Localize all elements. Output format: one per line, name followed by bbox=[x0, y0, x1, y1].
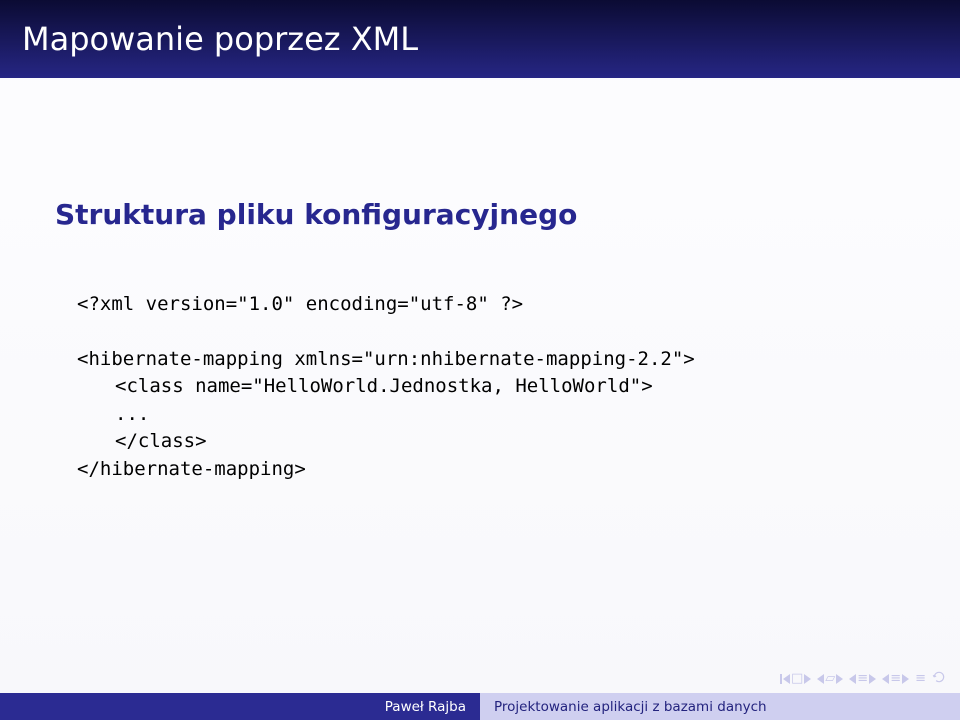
nav-prev-section[interactable]: ▱ bbox=[817, 672, 843, 685]
triangle-left-icon bbox=[783, 674, 790, 684]
footer-topic-box: Projektowanie aplikacji z bazami danych bbox=[480, 693, 960, 720]
doc-icon: ▱ bbox=[825, 672, 835, 685]
triangle-right-icon bbox=[902, 674, 909, 684]
footer-topic: Projektowanie aplikacji z bazami danych bbox=[494, 699, 767, 715]
code-line: </class> bbox=[115, 430, 207, 452]
code-line: <class name="HelloWorld.Jednostka, Hello… bbox=[115, 375, 653, 397]
footer-author-box: Paweł Rajba bbox=[0, 693, 480, 720]
lines-icon: ≡ bbox=[890, 672, 901, 685]
refresh-icon bbox=[932, 670, 946, 684]
triangle-right-icon bbox=[804, 674, 811, 684]
slide: Mapowanie poprzez XML Struktura pliku ko… bbox=[0, 0, 960, 720]
triangle-right-icon bbox=[869, 674, 876, 684]
nav-next[interactable]: ≡ bbox=[882, 672, 909, 685]
content-area: Struktura pliku konfiguracyjnego <?xml v… bbox=[0, 78, 960, 511]
code-block: <?xml version="1.0" encoding="utf-8" ?> … bbox=[77, 263, 905, 511]
triangle-left-icon bbox=[817, 674, 824, 684]
footer: Paweł Rajba Projektowanie aplikacji z ba… bbox=[0, 693, 960, 720]
square-icon: □ bbox=[791, 672, 803, 685]
triangle-right-icon bbox=[836, 674, 843, 684]
footer-author: Paweł Rajba bbox=[385, 699, 466, 715]
lines-icon: ≡ bbox=[857, 672, 868, 685]
nav-refresh[interactable] bbox=[932, 669, 946, 688]
code-line: <hibernate-mapping xmlns="urn:nhibernate… bbox=[77, 348, 695, 370]
nav-first[interactable]: □ bbox=[780, 672, 811, 685]
lines-icon: ≡ bbox=[915, 672, 926, 685]
nav-controls: □ ▱ ≡ ≡ ≡ bbox=[780, 669, 946, 688]
slide-title: Mapowanie poprzez XML bbox=[22, 20, 418, 58]
code-line: ... bbox=[115, 403, 149, 425]
code-line: </hibernate-mapping> bbox=[77, 458, 306, 480]
title-bar: Mapowanie poprzez XML bbox=[0, 0, 960, 78]
bar-icon bbox=[780, 674, 782, 684]
slide-subtitle: Struktura pliku konfiguracyjnego bbox=[55, 198, 905, 231]
triangle-left-icon bbox=[849, 674, 856, 684]
nav-prev[interactable]: ≡ bbox=[849, 672, 876, 685]
nav-lines[interactable]: ≡ bbox=[915, 672, 926, 685]
triangle-left-icon bbox=[882, 674, 889, 684]
code-line: <?xml version="1.0" encoding="utf-8" ?> bbox=[77, 293, 523, 315]
